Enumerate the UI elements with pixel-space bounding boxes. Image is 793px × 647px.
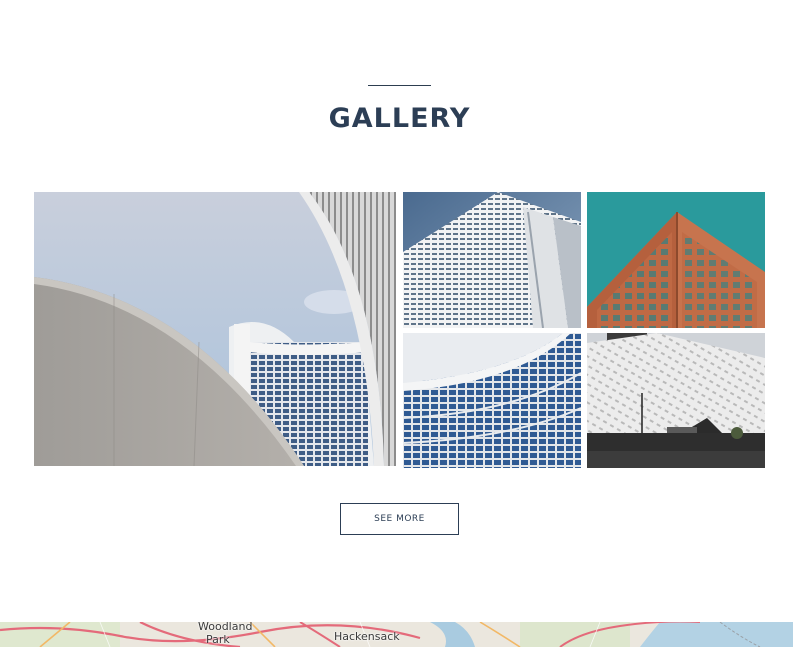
gallery-photo-blue-glass-facade[interactable] — [403, 333, 581, 468]
gallery-section: GALLERY SEE MORE — [0, 0, 793, 622]
map-label-woodland: Woodland — [198, 622, 253, 633]
gallery-photo-lattice-museum[interactable] — [587, 333, 765, 468]
gallery-photo-white-skyscraper[interactable] — [403, 192, 581, 328]
gallery-title: GALLERY — [328, 103, 471, 134]
gallery-photo-curved-tower[interactable] — [34, 192, 396, 466]
see-more-button[interactable]: SEE MORE — [340, 503, 459, 535]
title-divider — [368, 85, 431, 86]
map-label-hackensack: Hackensack — [334, 630, 400, 643]
map-preview[interactable]: Woodland Park Hackensack — [0, 622, 793, 647]
gallery-photo-orange-building[interactable] — [587, 192, 765, 328]
map-label-park: Park — [206, 633, 230, 646]
